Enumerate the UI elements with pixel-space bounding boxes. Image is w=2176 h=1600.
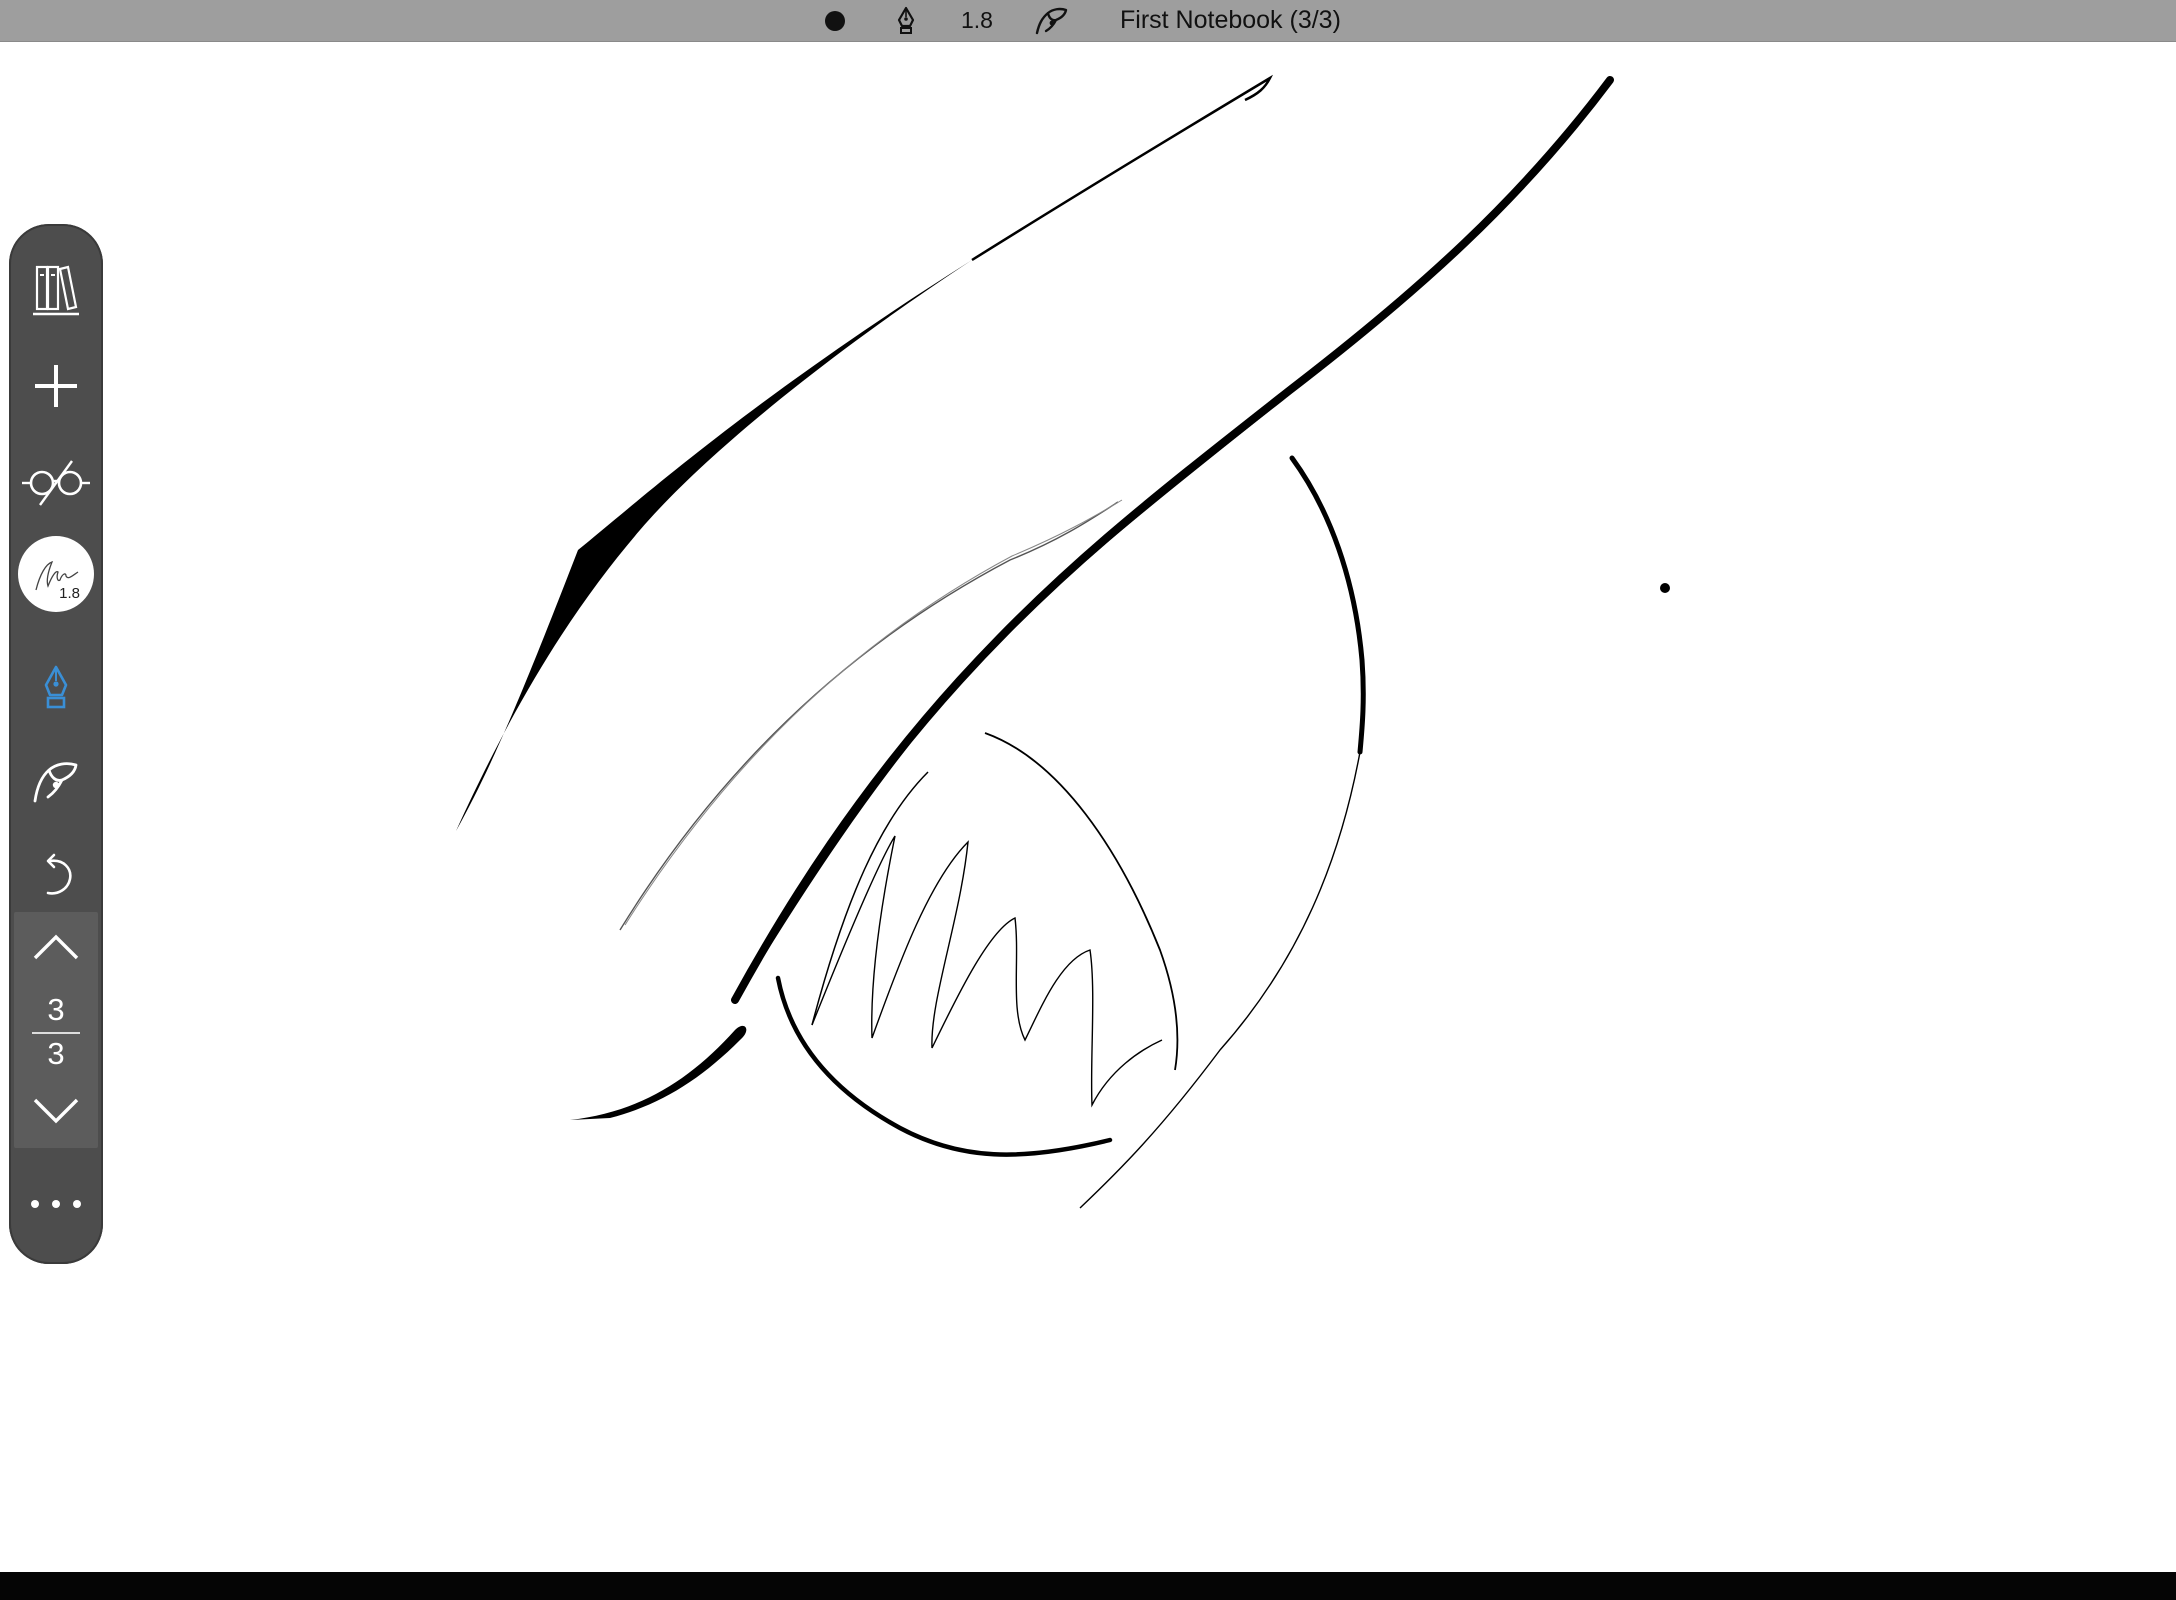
palm-rejection-icon: [1035, 7, 1068, 34]
books-icon: [33, 265, 79, 316]
ink-stroke: [811, 771, 929, 1026]
color-dot-icon: [825, 10, 845, 31]
top-bar: 1.8 First Notebook (3/3): [0, 0, 2176, 42]
ink-stroke: [619, 501, 1119, 931]
glasses-icon: [22, 460, 90, 506]
chevron-down-icon: [33, 1098, 79, 1124]
palm-rejection-button[interactable]: [1030, 0, 1074, 41]
ink-stroke: [811, 835, 1163, 1108]
pen-color-button[interactable]: [820, 0, 850, 41]
pen-type-button[interactable]: [890, 0, 922, 41]
more-options-button[interactable]: [9, 1174, 103, 1234]
ink-stroke: [456, 260, 972, 831]
fountain-pen-icon: [44, 665, 68, 709]
total-page-count: 3: [47, 1036, 65, 1071]
view-mode-button[interactable]: [9, 442, 103, 522]
brush-preview: 1.8: [18, 536, 94, 612]
more-dots-icon: [31, 1200, 81, 1208]
palm-rejection-tool-button[interactable]: [9, 742, 103, 822]
pen-tool-button[interactable]: [9, 648, 103, 728]
ink-stroke: [624, 499, 1123, 926]
notebook-title: First Notebook (3/3): [1120, 6, 1341, 34]
ink-stroke: [570, 1025, 747, 1120]
bottom-bar: [0, 1572, 2176, 1600]
page-fraction-divider: [32, 1032, 80, 1034]
next-page-button[interactable]: [14, 1084, 98, 1138]
library-button[interactable]: [9, 250, 103, 330]
ink-stroke: [731, 76, 1614, 1004]
ink-dot: [1660, 583, 1670, 593]
current-page-number: 3: [47, 992, 65, 1027]
side-toolbar: 1.8 3 3: [9, 224, 103, 1264]
ink-stroke: [1079, 751, 1361, 1209]
chevron-up-icon: [33, 934, 79, 960]
undo-icon: [46, 853, 72, 895]
brush-preview-button[interactable]: 1.8: [9, 534, 103, 614]
brush-size-label: 1.8: [59, 585, 80, 602]
previous-page-button[interactable]: [14, 920, 98, 974]
fountain-pen-icon: [897, 6, 915, 34]
undo-button[interactable]: [9, 836, 103, 916]
ink-stroke: [775, 975, 1113, 1157]
page-navigator: 3 3: [14, 912, 98, 1148]
add-page-button[interactable]: [9, 346, 103, 426]
ink-stroke: [971, 74, 1274, 262]
drawing-canvas[interactable]: [0, 42, 2176, 1572]
pen-size-label[interactable]: 1.8: [952, 0, 1002, 41]
plus-icon: [35, 365, 77, 407]
palm-rejection-icon: [33, 762, 78, 803]
ink-stroke: [1289, 455, 1366, 755]
ink-stroke: [984, 732, 1179, 1071]
